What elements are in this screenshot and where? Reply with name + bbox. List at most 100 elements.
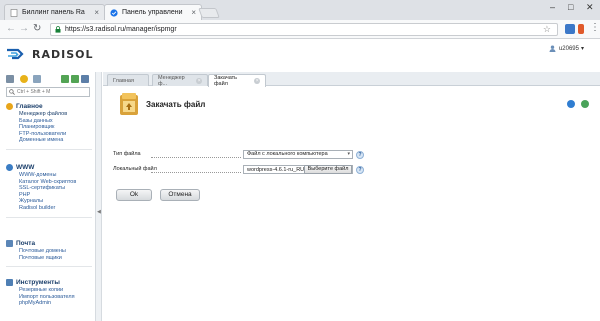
brand-name: RADISOL xyxy=(32,48,94,61)
nav-group-title: Главное xyxy=(16,103,43,110)
reload-icon[interactable]: ↻ xyxy=(33,23,41,34)
form-row-file-type: Тип файла Файл с локального компьютера ▾… xyxy=(113,150,364,161)
browser-toolbar: ← → ↻ https://s3.radisol.ru/manager/ispm… xyxy=(0,20,600,39)
sidebar-splitter[interactable]: ◀ xyxy=(96,72,102,321)
pin-icon[interactable] xyxy=(81,75,89,83)
sidebar-item-ftp-users[interactable]: FTP-пользователи xyxy=(6,131,92,138)
sidebar-item-databases[interactable]: Базы данных xyxy=(6,118,92,125)
divider xyxy=(6,149,92,150)
menu-icon[interactable]: ⋮ xyxy=(590,22,600,33)
collapse-icon[interactable] xyxy=(71,75,79,83)
refresh-icon[interactable] xyxy=(567,100,576,108)
lock-icon xyxy=(55,26,61,33)
search-input[interactable] xyxy=(17,89,87,95)
browser-tab-billing[interactable]: Биллинг панель Ra × xyxy=(4,4,105,20)
sidebar-toolbar xyxy=(6,75,94,85)
app-root: RADISOL u20695 ▾ Главное Менеджер файлов… xyxy=(0,39,600,321)
sidebar-item-ssl[interactable]: SSL-сертификаты xyxy=(6,185,92,192)
sidebar-item-import-user[interactable]: Импорт пользователя xyxy=(6,294,92,301)
nav-group-tools: Инструменты Резервные копии Импорт польз… xyxy=(6,278,92,307)
sidebar-item-domain-names[interactable]: Доменные имена xyxy=(6,137,92,144)
tab-home[interactable]: Главная xyxy=(107,74,149,86)
maximize-icon[interactable]: □ xyxy=(568,2,573,12)
page-icon xyxy=(10,8,18,17)
address-bar[interactable]: https://s3.radisol.ru/manager/ispmgr ☆ xyxy=(50,23,558,36)
collapse-arrow-icon[interactable]: ◀ xyxy=(97,209,101,215)
mail-icon xyxy=(6,240,13,247)
sidebar-item-file-manager[interactable]: Менеджер файлов xyxy=(6,111,92,118)
tab-upload-file[interactable]: Закачать файл × xyxy=(208,74,266,87)
close-icon[interactable]: × xyxy=(196,77,202,84)
upload-folder-icon xyxy=(120,93,138,115)
divider xyxy=(6,266,92,267)
cancel-button[interactable]: Отмена xyxy=(160,189,200,201)
tab-label: Менеджер ф... xyxy=(158,74,185,87)
nav-group-header[interactable]: Главное xyxy=(6,102,92,111)
divider xyxy=(6,217,92,218)
chevron-down-icon: ▾ xyxy=(347,151,350,157)
grid-icon[interactable] xyxy=(6,75,14,83)
nav-group-header[interactable]: Почта xyxy=(6,239,92,248)
sidebar-item-mail-domains[interactable]: Почтовые домены xyxy=(6,248,92,255)
search-icon xyxy=(9,89,15,95)
nav-group-header[interactable]: Инструменты xyxy=(6,278,92,287)
brand-logo[interactable]: RADISOL xyxy=(6,48,94,61)
sidebar: Главное Менеджер файлов Базы данных План… xyxy=(0,72,96,321)
sidebar-item-backups[interactable]: Резервные копии xyxy=(6,287,92,294)
window-close-icon[interactable]: ✕ xyxy=(586,2,594,13)
nav-group-main: Главное Менеджер файлов Базы данных План… xyxy=(6,102,92,144)
sidebar-item-logs[interactable]: Журналы xyxy=(6,198,92,205)
file-type-label: Тип файла xyxy=(113,151,141,157)
tab-file-manager[interactable]: Менеджер ф... × xyxy=(152,74,208,87)
sidebar-item-www-domains[interactable]: WWW-домены xyxy=(6,172,92,179)
new-tab-button[interactable] xyxy=(198,8,220,18)
check-circle-icon xyxy=(110,8,118,17)
download-icon[interactable] xyxy=(565,24,575,34)
nav-group-header[interactable]: WWW xyxy=(6,163,92,172)
sidebar-item-mailboxes[interactable]: Почтовые ящики xyxy=(6,255,92,262)
sidebar-item-phpmyadmin[interactable]: phpMyAdmin xyxy=(6,300,92,307)
close-icon[interactable]: × xyxy=(254,78,260,84)
user-menu[interactable]: u20695 ▾ xyxy=(549,45,584,52)
close-icon[interactable]: × xyxy=(94,8,99,17)
forward-arrow-icon[interactable]: → xyxy=(19,23,29,34)
nav-group-title: Почта xyxy=(16,240,36,247)
user-icon xyxy=(549,45,556,52)
local-file-input[interactable]: wordpress-4.6.1-ru_RU. Выберите файл xyxy=(243,165,353,174)
user-name: u20695 xyxy=(558,45,579,52)
expand-icon[interactable] xyxy=(61,75,69,83)
nav-group-www: WWW WWW-домены Каталог Web-скриптов SSL-… xyxy=(6,163,92,212)
browser-tabstrip: Биллинг панель Ra × Панель управлени × –… xyxy=(0,0,600,20)
radisol-logo-icon xyxy=(7,48,24,60)
help-icon[interactable]: ? xyxy=(356,166,364,174)
browser-tab-title: Биллинг панель Ra xyxy=(22,9,85,16)
tab-label: Закачать файл xyxy=(214,75,238,87)
back-arrow-icon[interactable]: ← xyxy=(6,23,16,34)
extension-icon[interactable] xyxy=(578,24,584,34)
tools-icon xyxy=(6,279,13,286)
form-title: Закачать файл xyxy=(146,99,206,109)
form-header: Закачать файл xyxy=(118,92,205,116)
browser-tab-panel[interactable]: Панель управлени × xyxy=(104,4,202,20)
sidebar-search[interactable] xyxy=(6,87,90,97)
file-type-select[interactable]: Файл с локального компьютера ▾ xyxy=(243,150,353,159)
briefcase-icon[interactable] xyxy=(33,75,41,83)
minimize-icon[interactable]: – xyxy=(550,2,555,12)
leader-dots xyxy=(151,172,241,173)
leader-dots xyxy=(151,157,241,158)
form-toolbar xyxy=(563,100,589,110)
close-icon[interactable]: × xyxy=(191,8,196,17)
sidebar-item-web-scripts[interactable]: Каталог Web-скриптов xyxy=(6,179,92,186)
browser-tab-title: Панель управлени xyxy=(122,9,183,16)
help-globe-icon[interactable] xyxy=(581,100,589,108)
main-panel: Главная Менеджер ф... × Закачать файл × … xyxy=(103,72,600,321)
bookmark-star-icon[interactable]: ☆ xyxy=(543,24,551,35)
sidebar-item-scheduler[interactable]: Планировщик xyxy=(6,124,92,131)
sidebar-item-builder[interactable]: Radisol builder xyxy=(6,205,92,212)
ok-button[interactable]: Ok xyxy=(116,189,152,201)
browse-button[interactable]: Выберите файл xyxy=(304,165,352,174)
star-icon[interactable] xyxy=(20,75,28,83)
globe-icon xyxy=(6,164,13,171)
sidebar-item-php[interactable]: PHP xyxy=(6,192,92,199)
help-icon[interactable]: ? xyxy=(356,151,364,159)
